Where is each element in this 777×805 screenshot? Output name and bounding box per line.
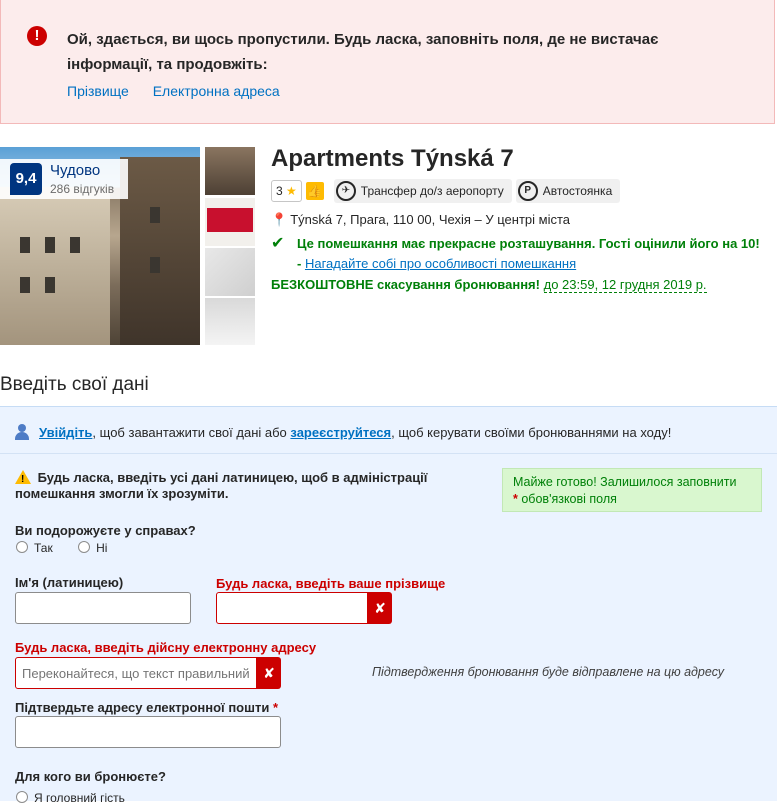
- thumb-photo-1[interactable]: [205, 147, 255, 195]
- who-question: Для кого ви бронюєте?: [15, 769, 166, 784]
- review-count: 286 відгуків: [50, 182, 115, 196]
- business-no[interactable]: Ні: [78, 541, 107, 555]
- confirm-email-label-text: Підтвердьте адресу електронної пошти: [15, 700, 270, 715]
- login-mid-text: , щоб завантажити свої дані або: [92, 425, 291, 440]
- last-name-error: Будь ласка, введіть ваше прізвище: [216, 576, 446, 591]
- almost-done-box: Майже готово! Залишилося заповнити * обо…: [502, 468, 762, 512]
- address-text: Týnská 7, Прага, 110 00, Чехія – У центр…: [290, 212, 571, 227]
- error-link-last-name[interactable]: Прізвище: [67, 83, 129, 99]
- photo-window: [45, 277, 55, 293]
- email-error-icon: ✘: [257, 657, 281, 689]
- warning-icon: !: [15, 470, 31, 485]
- login-prompt: Увійдіть, щоб завантажити свої дані або …: [15, 424, 671, 440]
- email-confirmation-note: Підтвердження бронювання буде відправлен…: [372, 665, 725, 679]
- photo-window: [150, 257, 160, 273]
- page-title: Введіть свої дані: [0, 374, 149, 395]
- latin-warning-text: Будь ласка, введіть усі дані латиницею, …: [15, 470, 428, 501]
- star-icon: ★: [286, 184, 297, 198]
- radio-yes[interactable]: [16, 541, 28, 553]
- map-pin-icon: 📍: [271, 212, 288, 227]
- error-banner: ! Ой, здається, ви щось пропустили. Будь…: [0, 0, 775, 124]
- user-icon: [15, 424, 29, 440]
- last-name-input[interactable]: [216, 592, 368, 624]
- free-cancel-label: БЕЗКОШТОВНЕ скасування бронювання!: [271, 277, 540, 292]
- required-asterisk: *: [513, 492, 518, 506]
- hotel-address: 📍 Týnská 7, Прага, 110 00, Чехія – У цент…: [271, 212, 570, 228]
- first-name-input[interactable]: [15, 592, 191, 624]
- location-note: ✔ Це помешкання має прекрасне розташуван…: [271, 234, 761, 274]
- error-link-email[interactable]: Електронна адреса: [153, 83, 280, 99]
- email-input[interactable]: [15, 657, 257, 689]
- almost-done-text: Майже готово! Залишилося заповнити: [513, 475, 737, 489]
- login-end-text: , щоб керувати своїми бронюваннями на хо…: [391, 425, 672, 440]
- score-word: Чудово: [50, 162, 101, 179]
- thumbs-up-icon: 👍: [305, 182, 324, 200]
- who-opt-label: Я головний гість: [34, 791, 125, 805]
- parking-badge: P Автостоянка: [515, 179, 621, 203]
- free-cancel-deadline[interactable]: до 23:59, 12 грудня 2019 р.: [543, 277, 707, 293]
- business-question: Ви подорожуєте у справах?: [15, 523, 196, 538]
- checkmark-icon: ✔: [271, 235, 285, 252]
- transfer-badge: ✈ Трансфер до/з аеропорту: [333, 179, 512, 203]
- hotel-name: Apartments Týnská 7: [271, 145, 514, 172]
- business-yes-label: Так: [34, 541, 53, 555]
- thumb-photo-3[interactable]: [205, 248, 255, 296]
- free-cancellation: БЕЗКОШТОВНЕ скасування бронювання! до 23…: [271, 277, 707, 293]
- transfer-label: Трансфер до/з аеропорту: [360, 184, 504, 198]
- error-message: Ой, здається, ви щось пропустили. Будь л…: [67, 31, 659, 73]
- register-link[interactable]: зареєструйтеся: [290, 425, 391, 440]
- required-asterisk: *: [272, 700, 278, 715]
- photo-building: [0, 187, 110, 345]
- first-name-label: Ім'я (латиницею): [15, 575, 124, 590]
- business-no-label: Ні: [96, 541, 108, 555]
- radio-main-guest[interactable]: [16, 791, 28, 803]
- stars-badge: 3 ★: [271, 180, 302, 202]
- photo-sign: [207, 208, 253, 232]
- business-radio-group: Так Ні: [16, 541, 129, 555]
- radio-no[interactable]: [78, 541, 91, 553]
- thumb-photo-2[interactable]: [205, 198, 255, 246]
- last-name-error-icon: ✘: [368, 592, 392, 624]
- confirm-email-label: Підтвердьте адресу електронної пошти *: [15, 700, 278, 715]
- photo-window: [150, 207, 160, 223]
- error-links: Прізвище Електронна адреса: [67, 83, 300, 99]
- property-highlights-link[interactable]: Нагадайте собі про особливості помешканн…: [305, 256, 576, 271]
- photo-tower: [120, 157, 200, 345]
- shuttle-icon: ✈: [335, 181, 356, 201]
- thumb-photo-4[interactable]: [205, 298, 255, 345]
- email-error: Будь ласка, введіть дійсну електронну ад…: [15, 640, 317, 655]
- hotel-badges: 3 ★ 👍 ✈ Трансфер до/з аеропорту P Автостоя…: [271, 179, 621, 203]
- almost-done-req: обов'язкові поля: [521, 492, 617, 506]
- parking-icon: P: [517, 181, 538, 201]
- photo-window: [45, 237, 55, 253]
- photo-window: [20, 277, 30, 293]
- photo-window: [20, 237, 30, 253]
- error-icon: !: [27, 26, 47, 46]
- business-yes[interactable]: Так: [16, 541, 53, 555]
- stars-count: 3: [276, 184, 283, 198]
- parking-label: Автостоянка: [542, 184, 613, 198]
- who-main-guest-option[interactable]: Я головний гість: [16, 791, 125, 805]
- signin-link[interactable]: Увійдіть: [39, 425, 92, 440]
- photo-window: [70, 237, 80, 253]
- divider: [0, 453, 777, 454]
- review-score: 9,4: [10, 163, 42, 195]
- latin-warning: ! Будь ласка, введіть усі дані латиницею…: [15, 470, 435, 502]
- confirm-email-input[interactable]: [15, 716, 281, 748]
